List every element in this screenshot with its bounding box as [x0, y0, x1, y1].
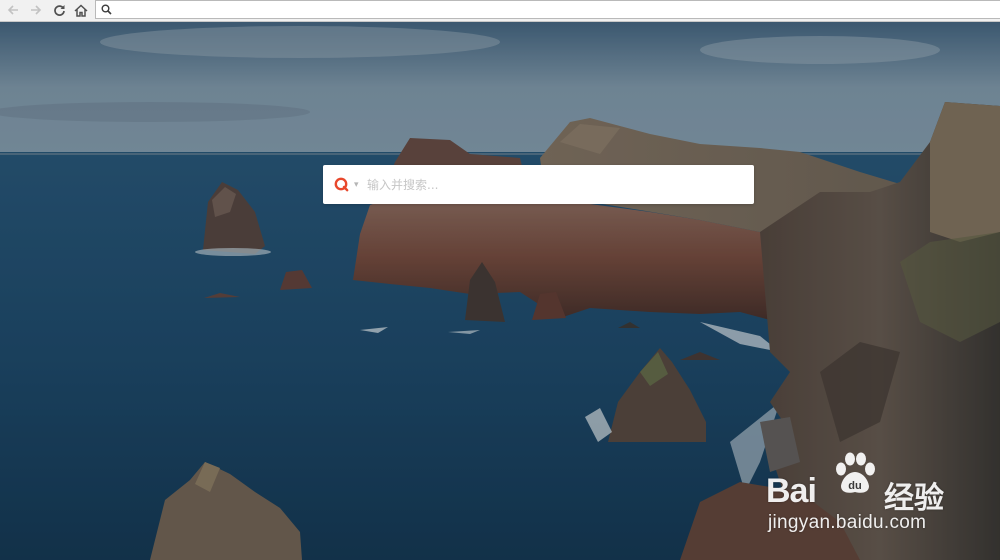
search-box[interactable]: ▾: [323, 165, 754, 204]
paw-icon: du: [836, 452, 875, 493]
baidu-jingyan-watermark: Bai du 经验 jingyan.baidu.com: [766, 452, 966, 542]
new-tab-page: ▾ Bai du 经验 jingyan.baidu.com: [0, 22, 1000, 560]
address-bar[interactable]: [95, 0, 1000, 19]
engine-dropdown-caret-icon[interactable]: ▾: [354, 177, 359, 192]
home-icon: [74, 3, 88, 17]
watermark-brand-left: Bai: [766, 472, 817, 510]
browser-toolbar: [0, 0, 1000, 22]
reload-icon: [53, 4, 65, 16]
watermark-brand-right: 经验: [884, 481, 944, 516]
search-input[interactable]: [367, 175, 742, 194]
svg-text:du: du: [848, 480, 861, 492]
watermark-url: jingyan.baidu.com: [768, 512, 927, 533]
search-icon: [101, 4, 112, 15]
home-button[interactable]: [72, 1, 90, 19]
search-engine-logo-icon[interactable]: [334, 177, 349, 192]
back-button[interactable]: [4, 1, 22, 19]
arrow-left-icon: [7, 5, 18, 15]
address-input[interactable]: [116, 2, 976, 17]
arrow-right-icon: [31, 5, 42, 15]
reload-button[interactable]: [50, 1, 68, 19]
forward-button[interactable]: [27, 1, 45, 19]
